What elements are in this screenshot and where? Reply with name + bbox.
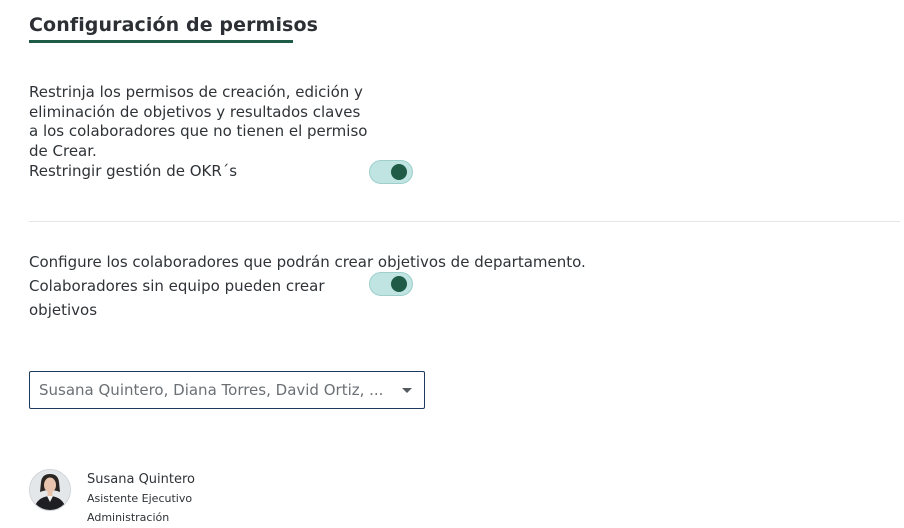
department-objectives-description: Configure los colaboradores que podrán c…: [29, 253, 586, 271]
toggle-knob: [391, 276, 407, 292]
collaborators-select-value: Susana Quintero, Diana Torres, David Ort…: [39, 381, 384, 399]
restrict-okr-toggle[interactable]: [369, 160, 413, 184]
section-divider: [29, 221, 900, 222]
user-department: Administración: [87, 511, 170, 524]
user-role: Asistente Ejecutivo: [87, 492, 193, 505]
no-team-can-create-toggle[interactable]: [369, 272, 413, 296]
no-team-can-create-label: Colaboradores sin equipo pueden crear ob…: [29, 277, 325, 319]
chevron-down-icon: [402, 388, 412, 393]
avatar-portrait: [30, 470, 70, 510]
toggle-knob: [391, 164, 407, 180]
page-title: Configuración de permisos: [29, 14, 319, 36]
title-underline: [29, 40, 293, 43]
restrict-okr-label: Restringir gestión de OKR´s: [29, 162, 238, 180]
collaborators-select[interactable]: Susana Quintero, Diana Torres, David Ort…: [29, 371, 425, 409]
okr-permissions-description: Restrinja los permisos de creación, edic…: [29, 83, 368, 160]
permissions-settings-page: Configuración de permisos Restrinja los …: [0, 0, 904, 528]
user-photo-icon: [29, 469, 71, 511]
user-name: Susana Quintero: [87, 472, 195, 487]
